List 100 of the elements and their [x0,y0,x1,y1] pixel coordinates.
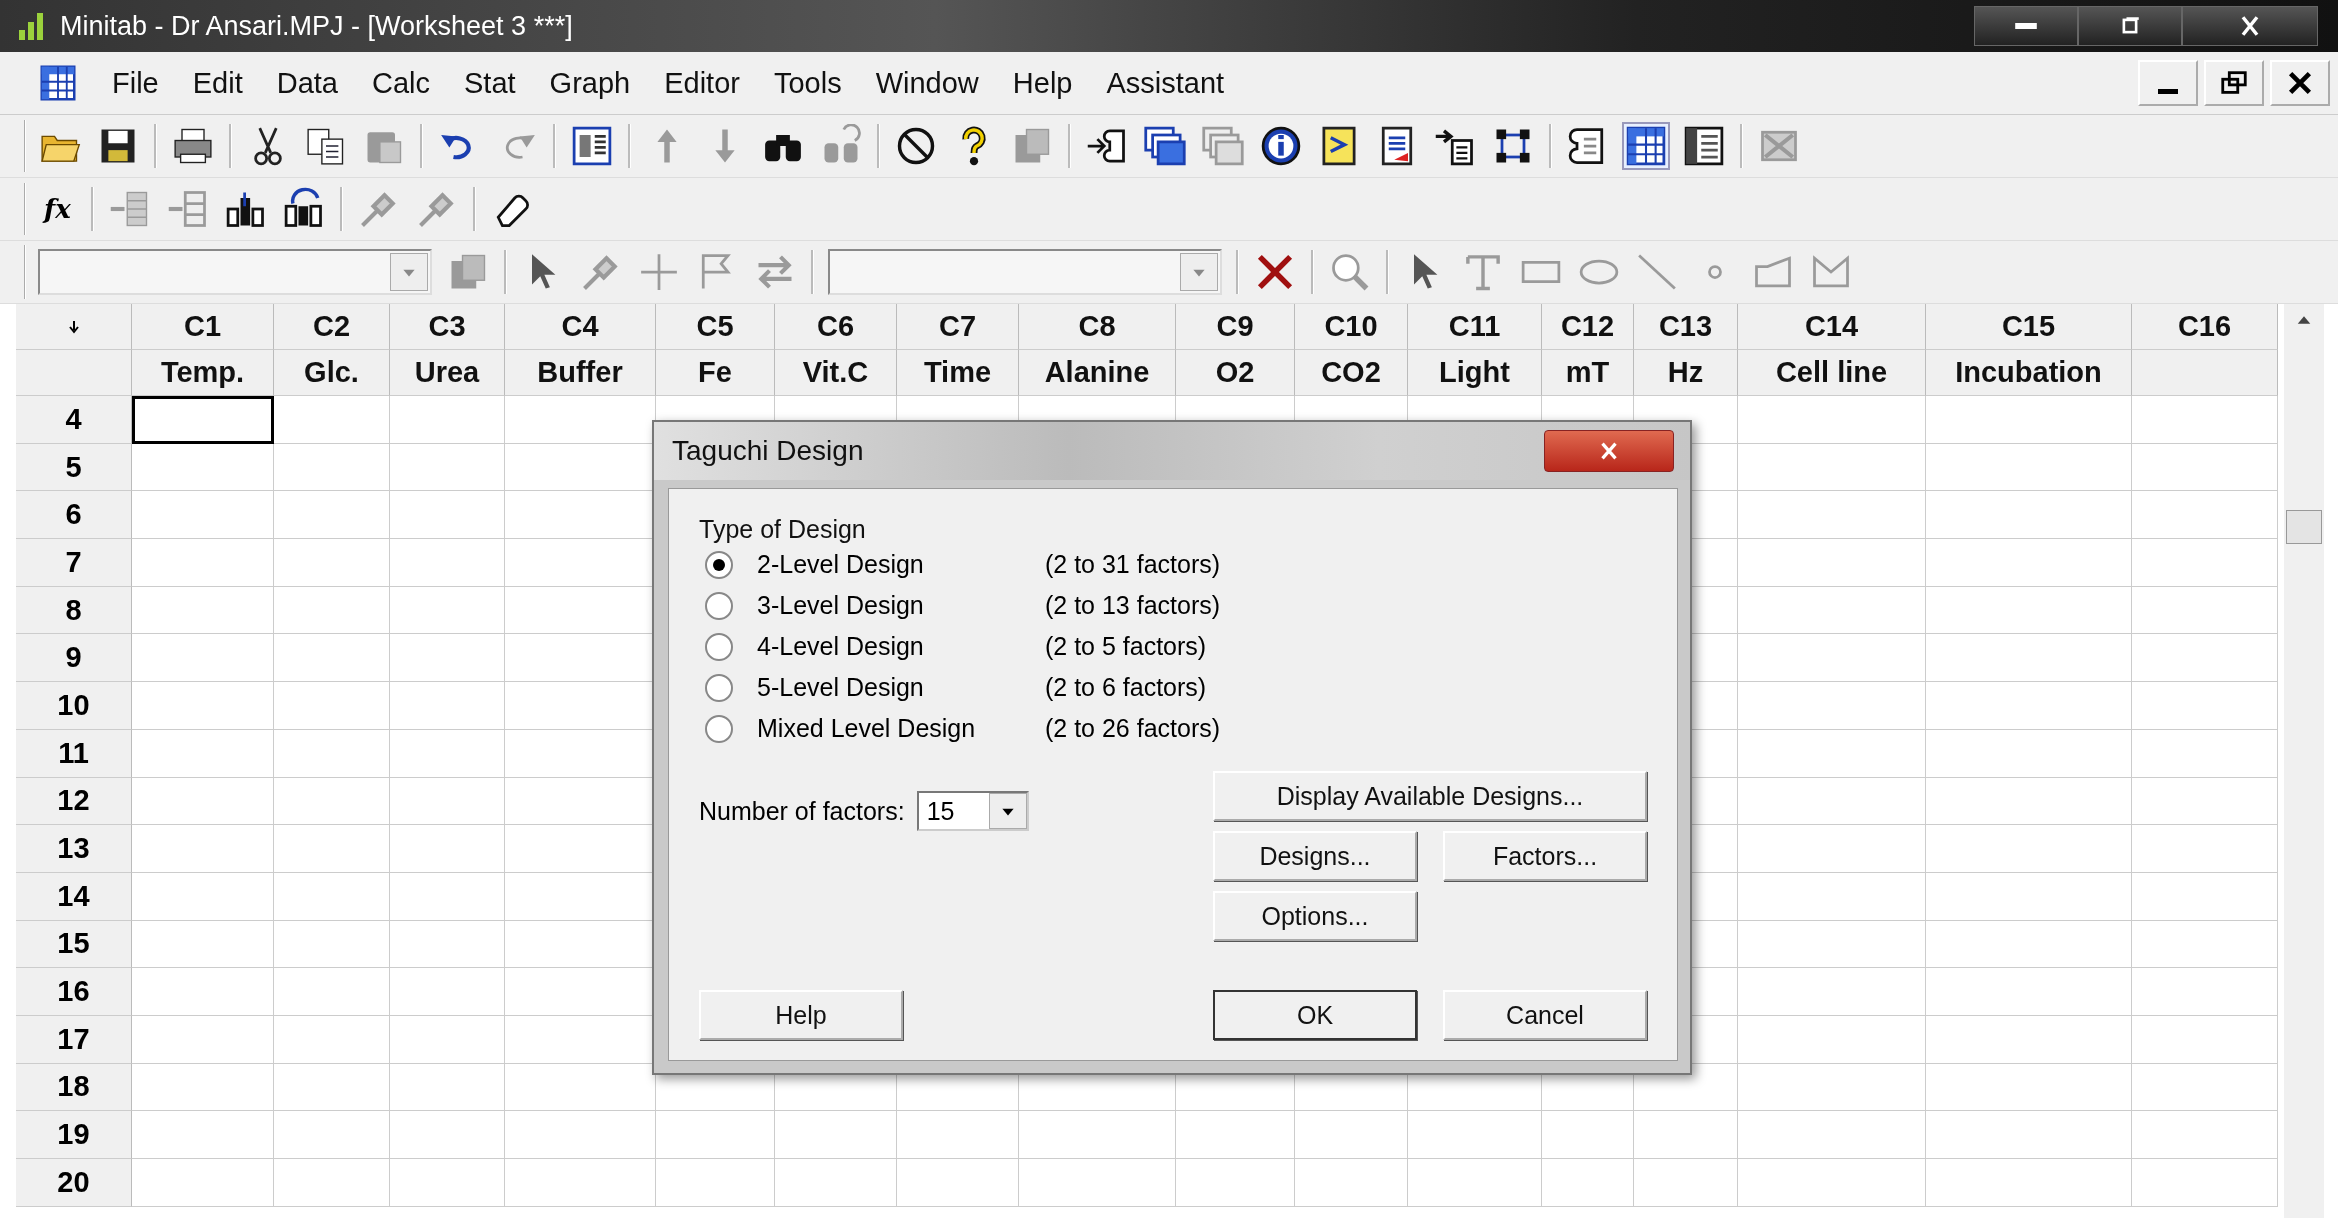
table-cell[interactable] [132,586,274,635]
table-cell[interactable] [2132,1159,2278,1207]
table-cell[interactable] [1738,777,1926,826]
table-cell[interactable] [1738,443,1926,492]
row-header[interactable]: 12 [16,777,132,826]
row-header[interactable]: 10 [16,682,132,730]
table-cell[interactable] [132,443,274,492]
table-cell[interactable] [1176,1159,1295,1207]
table-cell[interactable] [274,443,390,492]
table-cell[interactable] [2132,872,2278,921]
table-cell[interactable] [132,1159,274,1207]
column-header[interactable]: C8 [1019,304,1176,350]
table-cell[interactable] [274,777,390,826]
table-cell[interactable] [505,1159,656,1207]
table-cell[interactable] [390,920,505,969]
table-cell[interactable] [390,872,505,921]
table-cell[interactable] [274,634,390,683]
table-cell[interactable] [897,1159,1019,1207]
row-header[interactable]: 13 [16,825,132,873]
table-cell[interactable] [132,634,274,683]
radio-option[interactable]: 4-Level Design [705,632,1045,661]
table-cell[interactable] [274,1111,390,1159]
table-cell[interactable] [1295,1159,1408,1207]
table-cell[interactable] [132,1111,274,1159]
worksheet-icon[interactable] [1624,124,1668,168]
dialog-button[interactable]: Factors... [1443,831,1647,881]
table-cell[interactable] [1176,1111,1295,1159]
table-cell[interactable] [390,777,505,826]
table-cell[interactable] [1738,920,1926,969]
table-cell[interactable] [274,920,390,969]
column-header[interactable]: C10 [1295,304,1408,350]
table-cell[interactable] [2132,920,2278,969]
table-cell[interactable] [390,1015,505,1064]
table-cell[interactable] [390,1111,505,1159]
table-cell[interactable] [1295,1111,1408,1159]
dialog-button[interactable]: Help [699,990,903,1040]
table-cell[interactable] [1926,634,2132,683]
table-cell[interactable] [1926,729,2132,778]
table-cell[interactable] [274,396,390,444]
table-cell[interactable] [1926,872,2132,921]
minimize-button[interactable] [1974,6,2078,46]
radio-option[interactable]: Mixed Level Design [705,714,1045,743]
table-cell[interactable] [1926,920,2132,969]
table-cell[interactable] [132,825,274,873]
table-cell[interactable] [1926,825,2132,873]
corner-cell[interactable] [16,304,132,350]
close-button[interactable] [2182,6,2318,46]
table-cell[interactable] [1738,729,1926,778]
menu-item[interactable]: Graph [549,66,631,100]
row-header[interactable]: 15 [16,920,132,969]
table-cell[interactable] [1019,1159,1176,1207]
row-header[interactable]: 16 [16,968,132,1016]
table-cell[interactable] [1738,682,1926,730]
table-cell[interactable] [2132,1111,2278,1159]
table-cell[interactable] [132,491,274,540]
table-cell[interactable] [390,968,505,1016]
table-cell[interactable] [132,539,274,587]
stacked-windows-icon[interactable] [1143,124,1187,168]
table-cell[interactable] [390,634,505,683]
dialog-button[interactable]: OK [1213,990,1417,1040]
table-cell[interactable] [390,586,505,635]
table-cell[interactable] [1926,777,2132,826]
table-cell[interactable] [2132,1015,2278,1064]
table-cell[interactable] [1926,491,2132,540]
table-cell[interactable] [132,777,274,826]
table-cell[interactable] [1738,1063,1926,1112]
table-cell[interactable] [1738,968,1926,1016]
table-cell[interactable] [1542,1111,1634,1159]
table-cell[interactable] [1542,1159,1634,1207]
table-cell[interactable] [132,872,274,921]
column-header[interactable]: C11 [1408,304,1542,350]
table-cell[interactable] [132,968,274,1016]
table-cell[interactable] [2132,396,2278,444]
table-cell[interactable] [1738,1159,1926,1207]
table-cell[interactable] [390,825,505,873]
table-cell[interactable] [1738,872,1926,921]
table-cell[interactable] [132,1015,274,1064]
table-cell[interactable] [2132,443,2278,492]
table-cell[interactable] [390,729,505,778]
radio-option[interactable]: 2-Level Design [705,550,1045,579]
formula-button[interactable]: fx [38,194,77,224]
worksheet-icon[interactable] [38,63,78,103]
menu-item[interactable]: Assistant [1106,66,1225,100]
row-header[interactable]: 7 [16,539,132,587]
table-cell[interactable] [2132,586,2278,635]
column-header[interactable]: C7 [897,304,1019,350]
table-icon[interactable] [1682,124,1726,168]
row-header[interactable]: 5 [16,443,132,492]
row-header[interactable]: 19 [16,1111,132,1159]
table-cell[interactable] [132,729,274,778]
table-cell[interactable] [1738,1111,1926,1159]
table-cell[interactable] [1634,1159,1738,1207]
column-header[interactable]: C2 [274,304,390,350]
table-cell[interactable] [390,1063,505,1112]
table-cell[interactable] [1738,1015,1926,1064]
column-header[interactable]: C6 [775,304,897,350]
menu-item[interactable]: Window [875,66,979,100]
table-cell[interactable] [274,872,390,921]
table-cell[interactable] [274,491,390,540]
column-header[interactable]: C9 [1176,304,1295,350]
